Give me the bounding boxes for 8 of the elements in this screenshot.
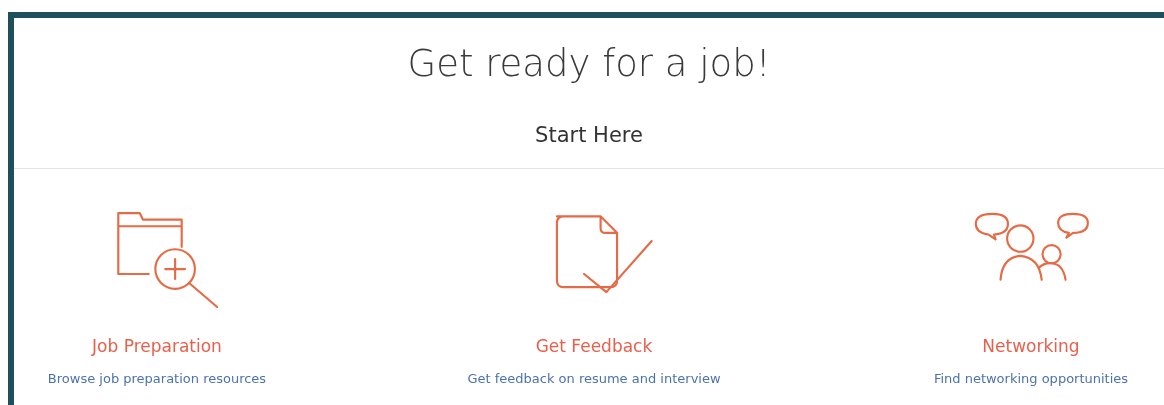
- page-heading: Get ready for a job!: [407, 41, 771, 87]
- option-description: Find networking opportunities: [933, 370, 1129, 389]
- option-link[interactable]: Get Feedback: [535, 333, 653, 360]
- option-link[interactable]: Networking: [982, 333, 1080, 360]
- option-description: Get feedback on resume and interview: [467, 370, 721, 389]
- option-link[interactable]: Job Preparation: [92, 333, 222, 360]
- section-title: Start Here: [535, 123, 643, 148]
- option-description: Browse job preparation resources: [47, 370, 267, 389]
